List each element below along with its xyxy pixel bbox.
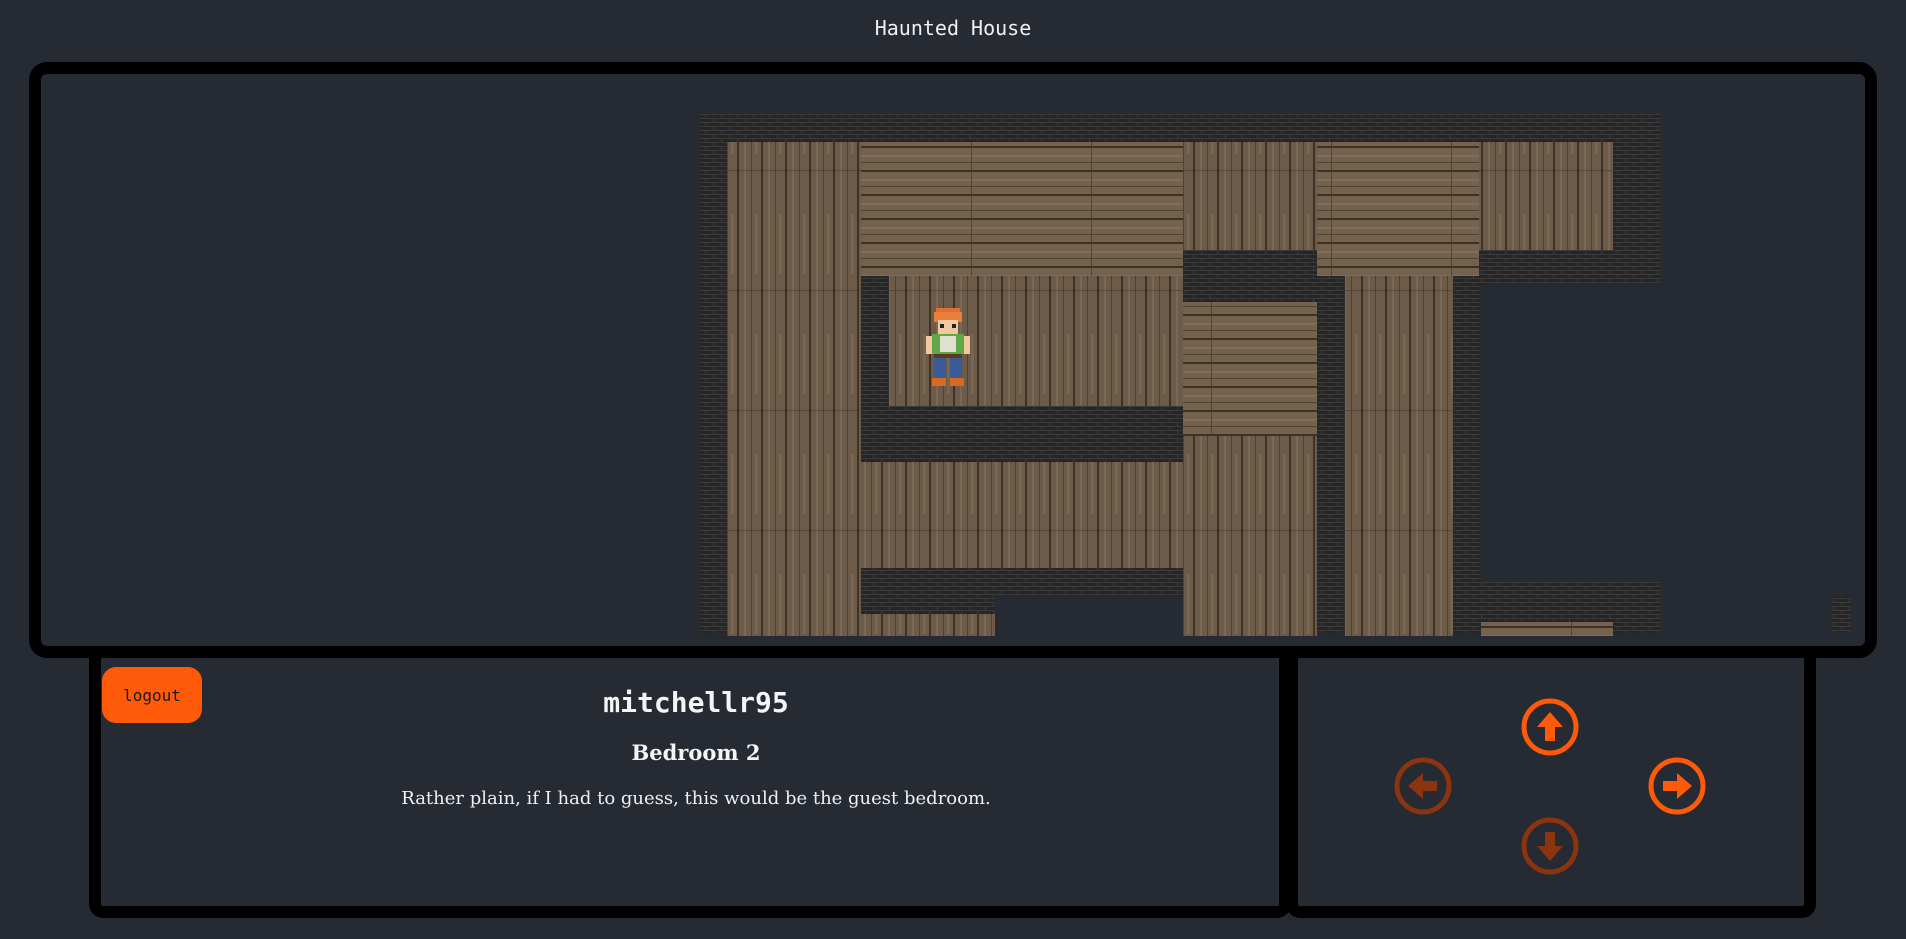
- arrow-down-circle-icon: [1521, 817, 1579, 875]
- player-username: mitchellr95: [603, 686, 789, 719]
- move-south-button[interactable]: [1520, 816, 1580, 876]
- arrow-up-circle-icon: [1521, 698, 1579, 756]
- move-east-button[interactable]: [1647, 756, 1707, 816]
- room-description: Rather plain, if I had to guess, this wo…: [401, 788, 991, 809]
- arrow-left-circle-icon: [1394, 757, 1452, 815]
- game-map: [29, 62, 1877, 658]
- move-north-button[interactable]: [1520, 697, 1580, 757]
- player-character: [926, 308, 970, 386]
- room-name: Bedroom 2: [631, 740, 761, 765]
- move-west-button[interactable]: [1393, 756, 1453, 816]
- arrow-right-circle-icon: [1648, 757, 1706, 815]
- app-title: Haunted House: [874, 16, 1032, 40]
